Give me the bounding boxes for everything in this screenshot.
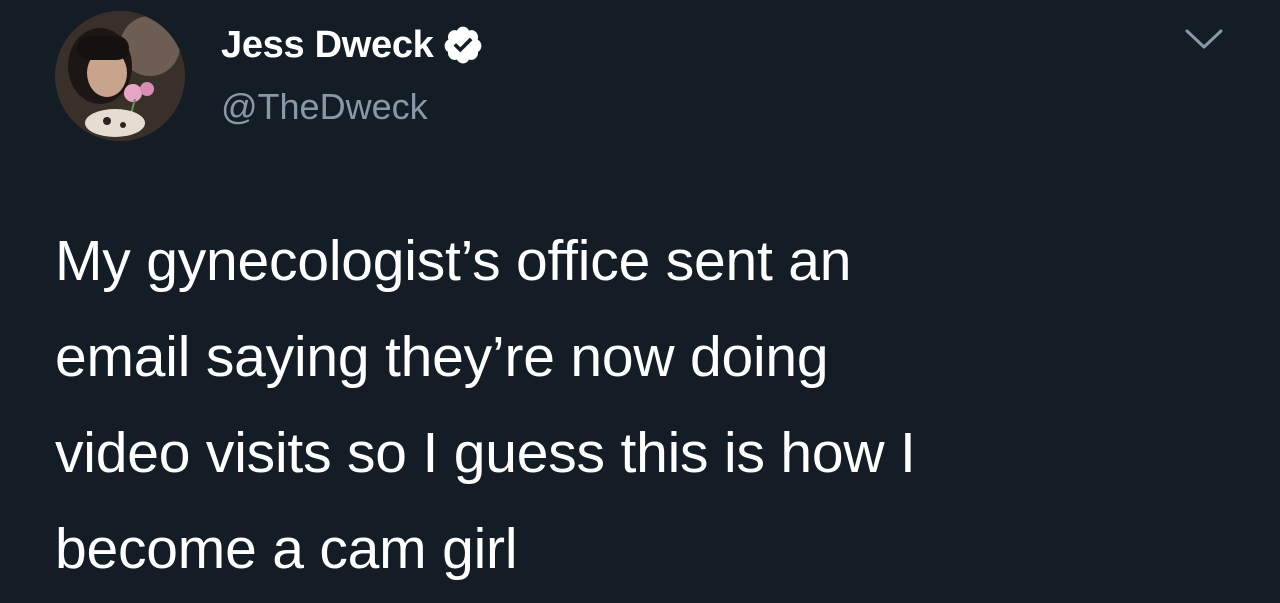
tweet-text-line: My gynecologist’s office sent an (55, 229, 852, 293)
avatar[interactable] (55, 11, 185, 141)
verified-badge-icon (442, 24, 484, 66)
author-name-row[interactable]: Jess Dweck (221, 20, 484, 70)
author-display-name[interactable]: Jess Dweck (221, 20, 434, 70)
tweet-text-line: become a cam girl (55, 517, 518, 581)
tweet-card: Jess Dweck @TheDweck My gynecologist’s o… (0, 0, 1280, 603)
tweet-text: My gynecologist’s office sent an email s… (55, 213, 1255, 597)
tweet-text-line: email saying they’re now doing (55, 325, 829, 389)
author-handle[interactable]: @TheDweck (221, 83, 428, 131)
chevron-down-icon[interactable] (1183, 27, 1225, 51)
tweet-text-line: video visits so I guess this is how I (55, 421, 916, 485)
